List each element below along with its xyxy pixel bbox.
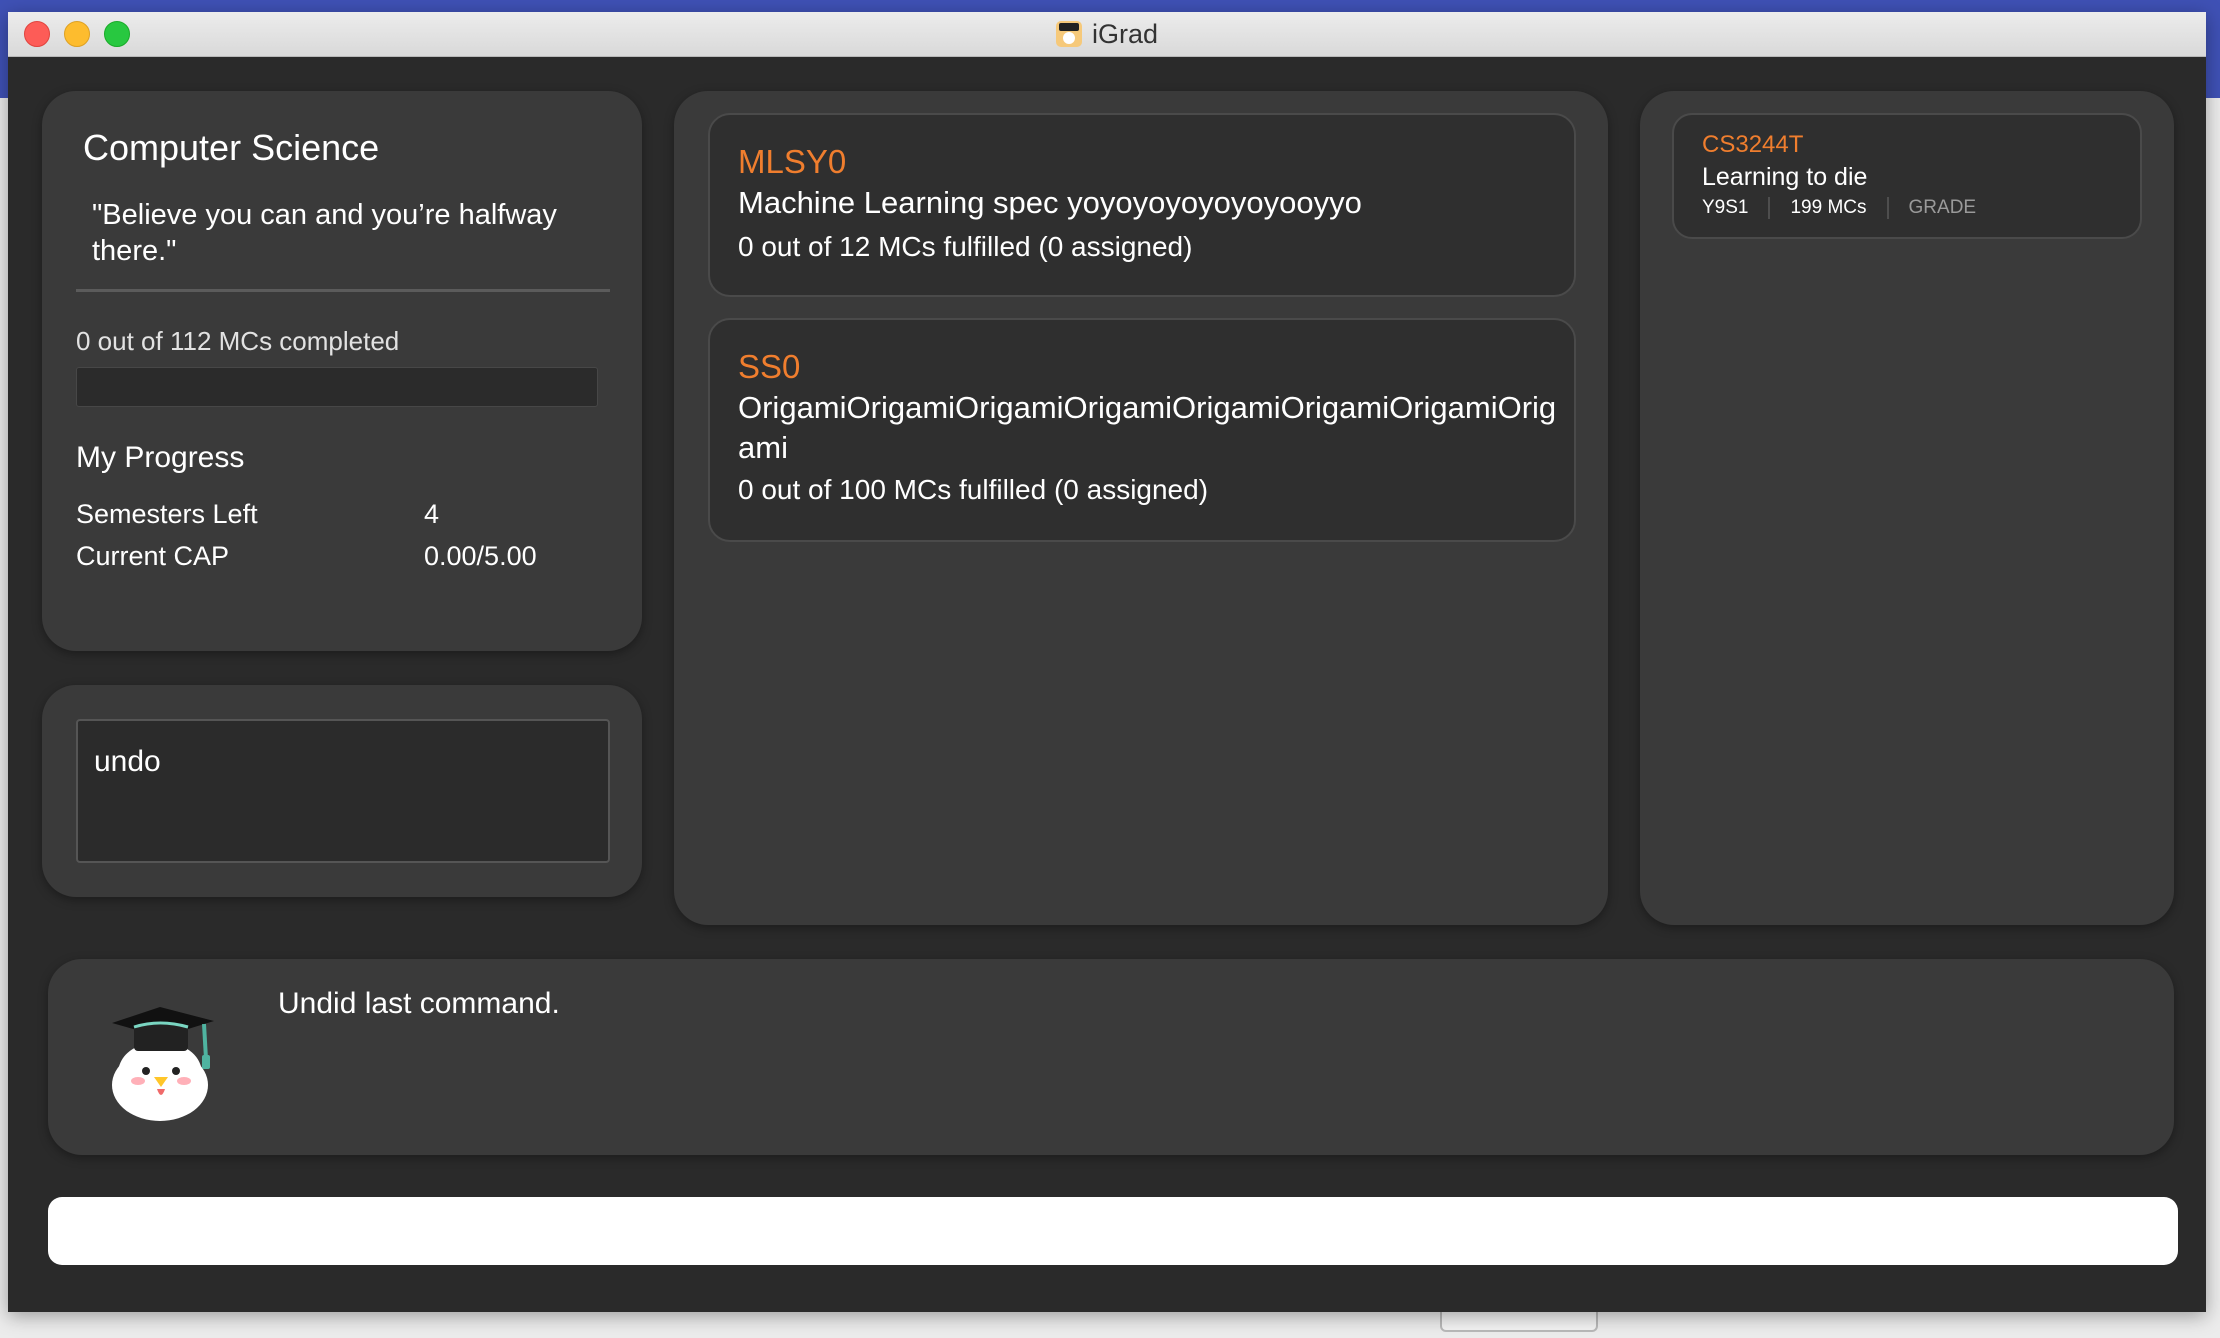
course-name: Computer Science — [83, 127, 380, 168]
divider — [76, 289, 610, 292]
module-semester: Y9S1 — [1702, 197, 1749, 218]
window-title: iGrad — [1091, 18, 1159, 49]
current-cap-value: 0.00/5.00 — [424, 541, 537, 571]
requirement-mcs: 0 out of 100 MCs fulfilled (0 assigned) — [738, 474, 1209, 505]
requirement-code: MLSY0 — [738, 143, 847, 180]
module-mcs: 199 MCs — [1790, 197, 1867, 218]
modules-panel: CS3244T Learning to die Y9S1 199 MCs GRA… — [1640, 91, 2174, 925]
requirement-card[interactable]: MLSY0 Machine Learning spec yoyoyoyoyoyo… — [708, 113, 1576, 297]
semesters-left-value: 4 — [424, 499, 440, 529]
titlebar: iGrad — [8, 12, 2206, 57]
requirement-mcs: 0 out of 12 MCs fulfilled (0 assigned) — [738, 231, 1193, 262]
app-window: iGrad Computer Science "Believe you can … — [8, 12, 2206, 1312]
command-input[interactable] — [48, 1197, 2178, 1265]
graduate-chick-mascot-icon — [112, 1007, 214, 1121]
requirement-title: OrigamiOrigamiOrigamiOrigamiOrigamiOriga… — [738, 390, 1557, 465]
last-command-text: undo — [94, 745, 161, 778]
motivational-quote: "Believe you can and you’re halfway ther… — [92, 199, 557, 267]
current-cap-label: Current CAP — [76, 541, 230, 571]
module-card[interactable]: CS3244T Learning to die Y9S1 199 MCs GRA… — [1672, 113, 2142, 239]
separator — [1886, 197, 1889, 219]
mcs-progress-bar — [76, 367, 598, 407]
window-title-wrap: iGrad — [8, 12, 2206, 56]
module-title: Learning to die — [1702, 163, 1868, 191]
main-content: Computer Science "Believe you can and yo… — [8, 57, 2206, 1312]
module-code: CS3244T — [1702, 131, 1804, 158]
command-display-box[interactable]: undo — [76, 719, 610, 863]
desktop-tab — [1440, 1310, 1598, 1332]
requirement-code: SS0 — [738, 348, 801, 385]
result-message: Undid last command. — [278, 987, 560, 1020]
semesters-left-label: Semesters Left — [76, 499, 258, 529]
module-grade: GRADE — [1908, 197, 1977, 218]
desktop-backdrop-right — [2206, 12, 2220, 98]
separator — [1768, 197, 1771, 219]
my-progress-heading: My Progress — [76, 441, 245, 474]
requirement-card[interactable]: SS0 OrigamiOrigamiOrigamiOrigamiOrigamiO… — [708, 318, 1576, 542]
desktop-backdrop — [0, 0, 2220, 12]
requirements-panel: MLSY0 Machine Learning spec yoyoyoyoyoyo… — [674, 91, 1608, 925]
command-panel: undo — [42, 685, 642, 897]
requirement-title: Machine Learning spec yoyoyoyoyoyoyooyyo — [738, 185, 1362, 220]
module-meta: Y9S1 199 MCs GRADE — [1702, 197, 1976, 219]
profile-panel: Computer Science "Believe you can and yo… — [42, 91, 642, 651]
mcs-completed-text: 0 out of 112 MCs completed — [76, 326, 400, 356]
app-logo-icon — [1055, 21, 1082, 47]
result-panel: Undid last command. — [48, 959, 2174, 1155]
